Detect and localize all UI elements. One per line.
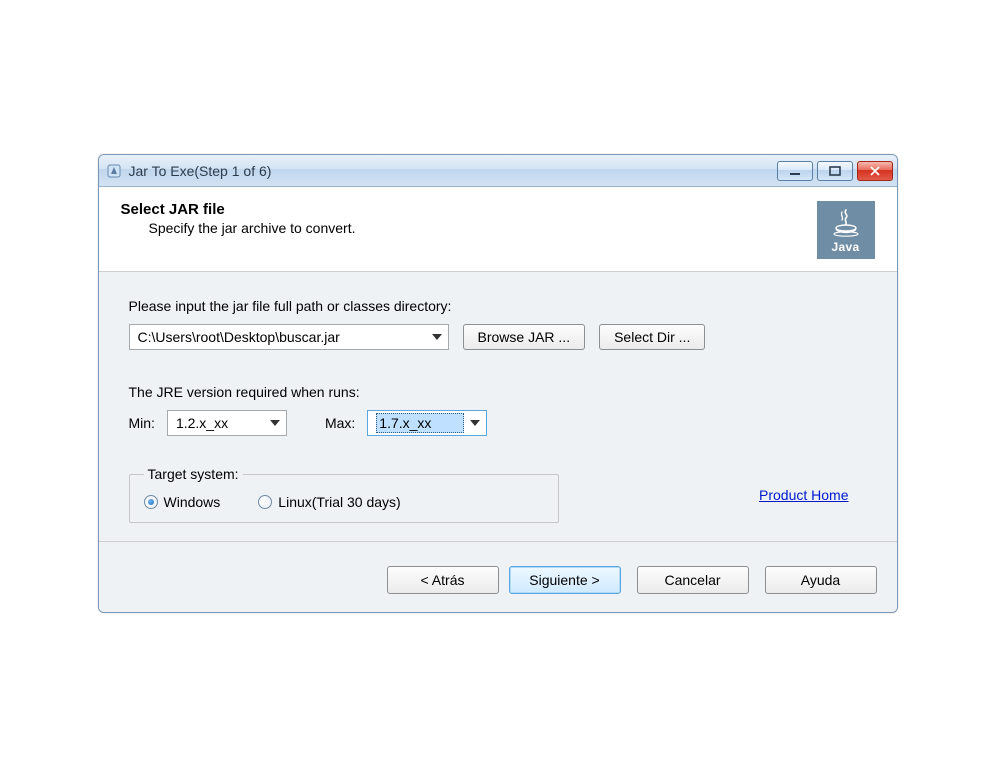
select-dir-button[interactable]: Select Dir ... <box>599 324 705 350</box>
path-row: C:\Users\root\Desktop\buscar.jar Browse … <box>129 324 867 350</box>
target-windows-radio[interactable]: Windows <box>144 494 221 510</box>
separator <box>99 541 897 542</box>
target-linux-radio[interactable]: Linux(Trial 30 days) <box>258 494 400 510</box>
wizard-button-bar: < Atrás Siguiente > Cancelar Ayuda <box>99 552 897 612</box>
target-linux-label: Linux(Trial 30 days) <box>278 494 400 510</box>
minimize-button[interactable] <box>777 161 813 181</box>
chevron-down-icon <box>470 420 480 426</box>
wizard-content: Please input the jar file full path or c… <box>99 272 897 552</box>
wizard-window: Jar To Exe(Step 1 of 6) Select JAR file … <box>98 154 898 613</box>
cancel-button[interactable]: Cancelar <box>637 566 749 594</box>
close-button[interactable] <box>857 161 893 181</box>
app-icon <box>105 162 123 180</box>
back-button[interactable]: < Atrás <box>387 566 499 594</box>
jar-path-combobox[interactable]: C:\Users\root\Desktop\buscar.jar <box>129 324 449 350</box>
maximize-button[interactable] <box>817 161 853 181</box>
window-title: Jar To Exe(Step 1 of 6) <box>129 163 777 179</box>
java-logo-text: Java <box>832 240 860 254</box>
wizard-header: Select JAR file Specify the jar archive … <box>99 187 897 272</box>
min-label: Min: <box>129 415 155 431</box>
next-button[interactable]: Siguiente > <box>509 566 621 594</box>
chevron-down-icon <box>270 420 280 426</box>
jre-max-combobox[interactable]: 1.7.x_xx <box>367 410 487 436</box>
jre-min-value: 1.2.x_xx <box>176 415 264 431</box>
target-system-group: Target system: Windows Linux(Trial 30 da… <box>129 466 559 523</box>
browse-jar-button[interactable]: Browse JAR ... <box>463 324 586 350</box>
java-cup-icon <box>829 206 863 240</box>
radio-unchecked-icon <box>258 495 272 509</box>
page-title: Select JAR file <box>121 201 817 218</box>
titlebar: Jar To Exe(Step 1 of 6) <box>99 155 897 187</box>
jar-path-value: C:\Users\root\Desktop\buscar.jar <box>138 329 426 345</box>
target-and-link-row: Target system: Windows Linux(Trial 30 da… <box>129 466 867 523</box>
window-controls <box>777 161 893 181</box>
target-windows-label: Windows <box>164 494 221 510</box>
jre-row: Min: 1.2.x_xx Max: 1.7.x_xx <box>129 410 867 436</box>
jre-max-value: 1.7.x_xx <box>376 413 464 433</box>
java-logo: Java <box>817 201 875 259</box>
product-home-link[interactable]: Product Home <box>759 487 848 503</box>
jre-prompt: The JRE version required when runs: <box>129 384 867 400</box>
path-prompt: Please input the jar file full path or c… <box>129 298 867 314</box>
page-subtitle: Specify the jar archive to convert. <box>149 220 817 236</box>
radio-checked-icon <box>144 495 158 509</box>
wizard-header-text: Select JAR file Specify the jar archive … <box>121 201 817 236</box>
max-label: Max: <box>325 415 355 431</box>
help-button[interactable]: Ayuda <box>765 566 877 594</box>
jre-min-combobox[interactable]: 1.2.x_xx <box>167 410 287 436</box>
chevron-down-icon <box>432 334 442 340</box>
target-system-legend: Target system: <box>144 466 243 482</box>
